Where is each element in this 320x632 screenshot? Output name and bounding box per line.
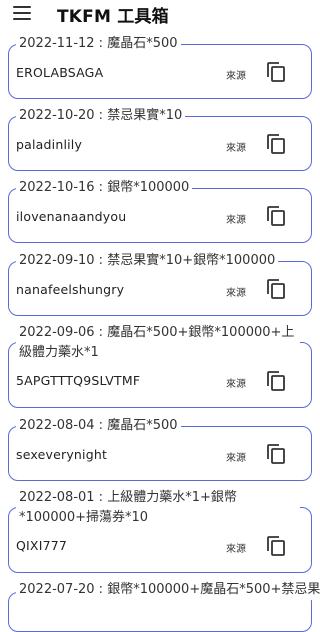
copy-icon (267, 206, 285, 226)
code-text: EROLABSAGA (16, 65, 104, 80)
copy-button[interactable] (267, 134, 285, 154)
card-title: 2022-10-20 : 禁忌果實*10 (16, 106, 186, 126)
hamburger-menu-icon[interactable] (13, 6, 31, 20)
copy-icon (267, 279, 285, 299)
source-link[interactable]: 來源 (226, 375, 246, 390)
copy-icon (267, 536, 285, 556)
source-link[interactable]: 來源 (226, 284, 246, 299)
card-title: 2022-09-10 : 禁忌果實*10+銀幣*100000 (16, 251, 279, 271)
card-title: 2022-10-16 : 銀幣*100000 (16, 178, 193, 198)
card-title: 2022-09-06 : 魔晶石*500+銀幣*100000+上級體力藥水*1 (16, 323, 300, 363)
card-title: 2022-08-04 : 魔晶石*500 (16, 416, 181, 436)
copy-icon (267, 371, 285, 391)
source-link[interactable]: 來源 (226, 139, 246, 154)
code-text: 5APGTTTQ9SLVTMF (16, 373, 141, 388)
copy-button[interactable] (267, 444, 285, 464)
copy-button[interactable] (267, 371, 285, 391)
code-text: paladinlily (16, 137, 83, 152)
copy-button[interactable] (267, 536, 285, 556)
app-title: TKFM 工具箱 (57, 7, 169, 27)
source-link[interactable]: 來源 (226, 449, 246, 464)
code-list: 2022-11-12 : 魔晶石*500 EROLABSAGA 來源 2022-… (0, 0, 320, 632)
copy-icon (267, 62, 285, 82)
copy-button[interactable] (267, 279, 285, 299)
code-text: QIXI777 (16, 538, 68, 553)
copy-icon (267, 134, 285, 154)
source-link[interactable]: 來源 (226, 540, 246, 555)
code-text: nanafeelshungry (16, 282, 125, 297)
copy-button[interactable] (267, 62, 285, 82)
card-title: 2022-07-20 : 銀幣*100000+魔晶石*500+禁忌果 (16, 580, 320, 600)
card-title: 2022-11-12 : 魔晶石*500 (16, 34, 181, 54)
source-link[interactable]: 來源 (226, 211, 246, 226)
card-title: 2022-08-01 : 上級體力藥水*1+銀幣*100000+掃蕩券*10 (16, 488, 300, 528)
code-text: sexeverynight (16, 447, 108, 462)
copy-button[interactable] (267, 206, 285, 226)
code-text: ilovenanaandyou (16, 209, 127, 224)
source-link[interactable]: 來源 (226, 67, 246, 82)
app-bar: TKFM 工具箱 (0, 0, 320, 30)
copy-icon (267, 444, 285, 464)
